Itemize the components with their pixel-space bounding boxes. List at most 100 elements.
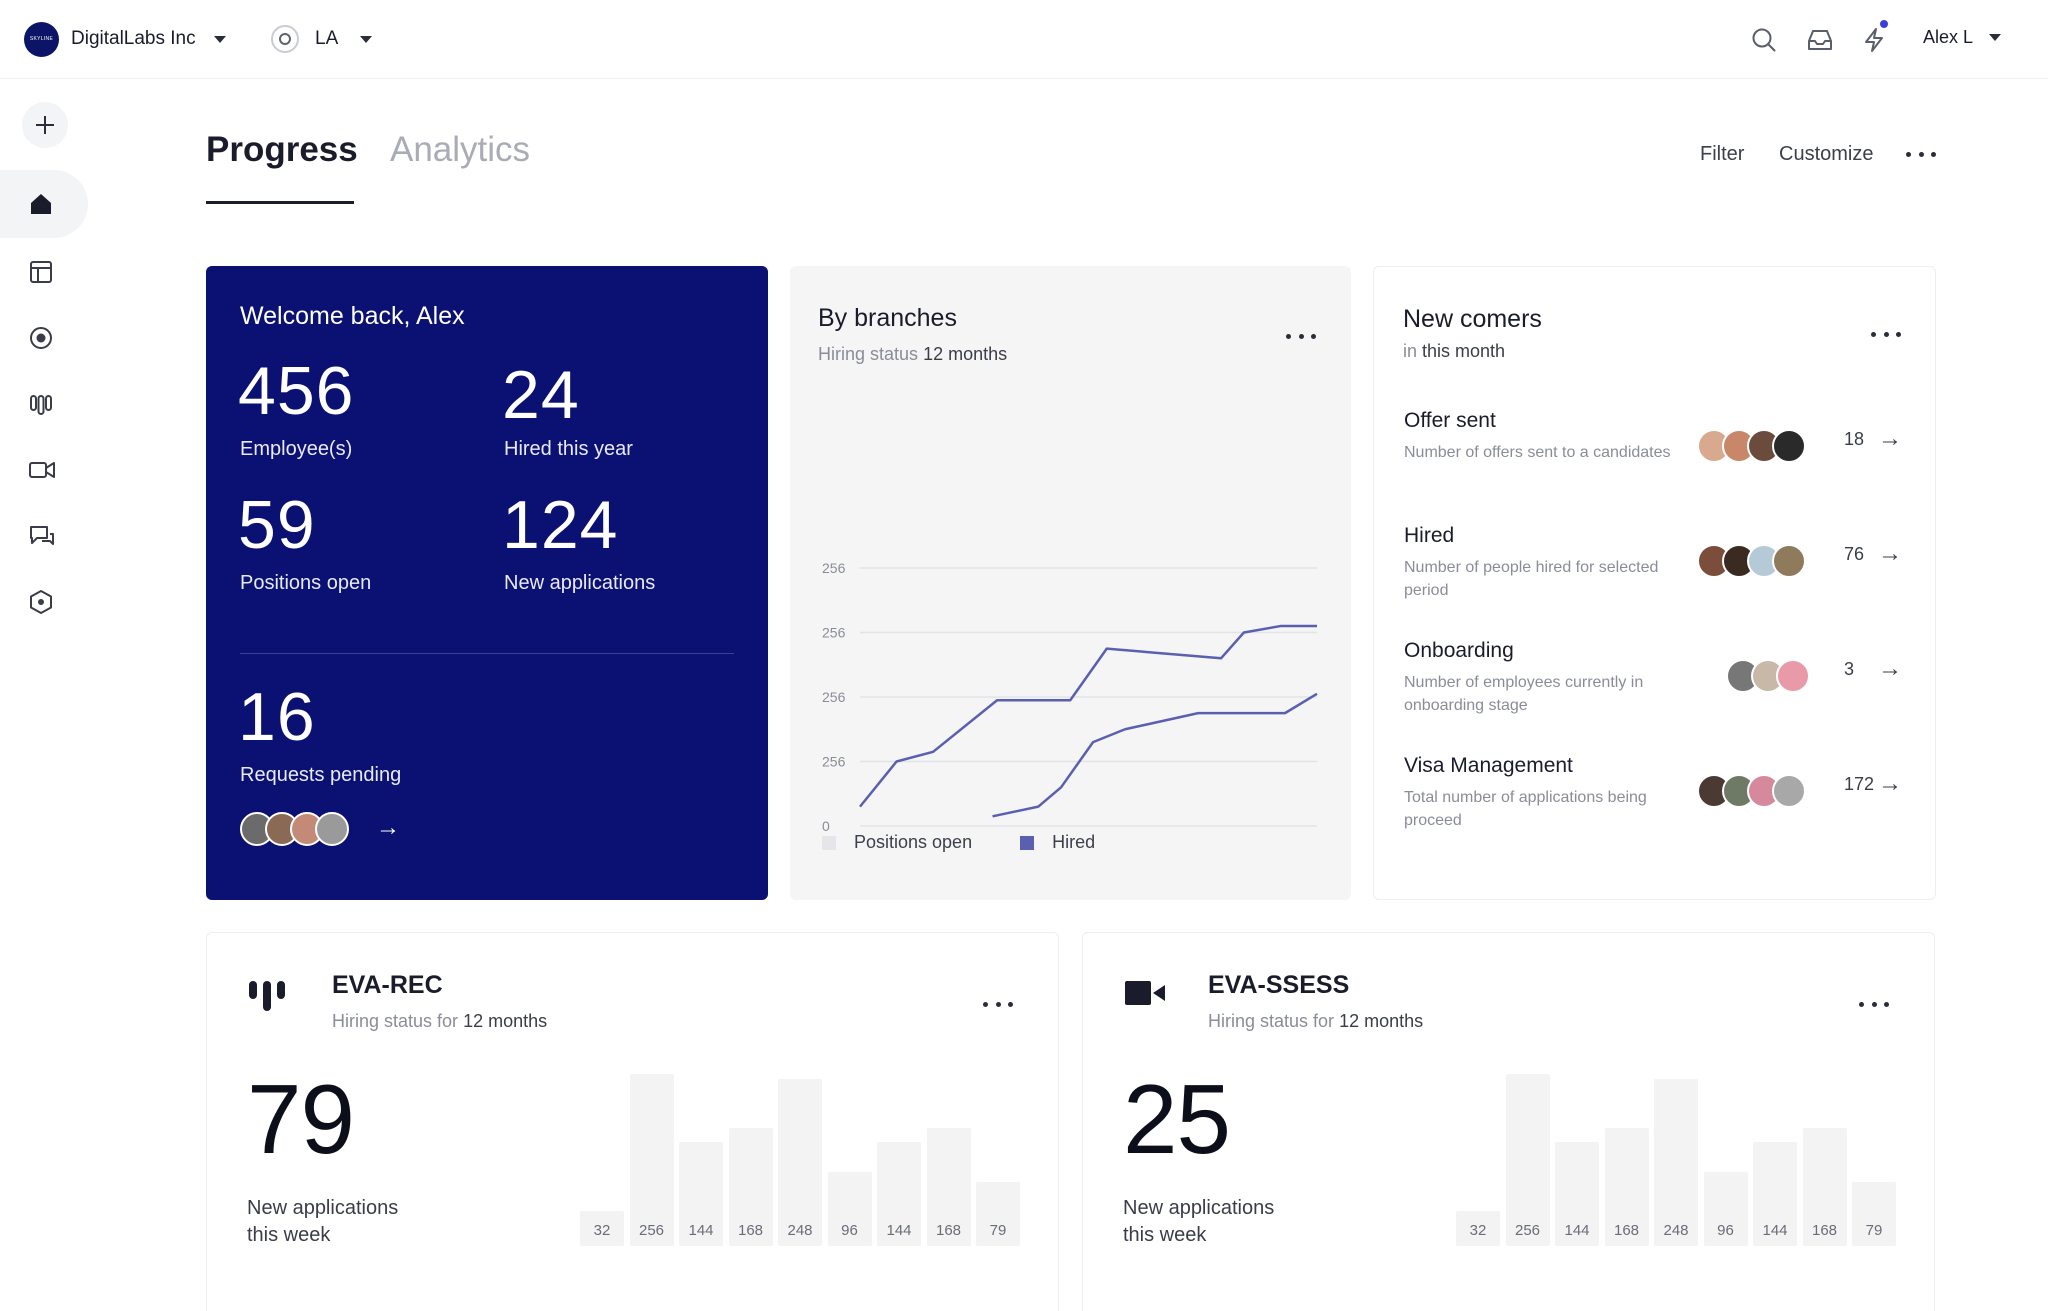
bolt-icon[interactable]: [1856, 20, 1892, 60]
sidebar-item-video[interactable]: [0, 436, 88, 504]
sidebar-item-columns[interactable]: [0, 370, 88, 438]
legend-swatch-hired: [1020, 835, 1035, 850]
more-options-icon[interactable]: [1286, 331, 1316, 341]
eva-ssess-subtitle-prefix: Hiring status for: [1208, 1011, 1335, 1031]
avatar: [1772, 774, 1806, 808]
bar-label: 144: [886, 1222, 912, 1239]
eva-ssess-subtitle: Hiring status for 12 months: [1208, 1011, 1423, 1032]
customize-button[interactable]: Customize: [1779, 143, 1873, 166]
newcomer-row-count: 18: [1844, 429, 1865, 449]
branches-subtitle-value: 12 months: [923, 344, 1008, 364]
arrow-right-icon[interactable]: →: [1878, 540, 1902, 568]
stat-applications-label: New applications: [504, 572, 656, 594]
tab-progress[interactable]: Progress: [206, 130, 358, 170]
sidebar-item-target[interactable]: [0, 304, 88, 372]
more-options-icon[interactable]: [1859, 999, 1889, 1009]
list-item[interactable]: Offer sent Number of offers sent to a ca…: [1404, 409, 1914, 499]
bar: [629, 1074, 674, 1246]
stat-applications-value: 124: [502, 487, 619, 563]
eva-ssess-title: EVA-SSESS: [1208, 971, 1350, 999]
plus-icon: [36, 116, 54, 134]
newcomer-row-desc: Number of employees currently in onboard…: [1404, 674, 1644, 714]
bar-label: 168: [737, 1222, 764, 1239]
welcome-divider: [240, 653, 734, 654]
avatar: [1772, 544, 1806, 578]
legend-swatch-positions: [822, 835, 836, 850]
user-name: Alex L: [1923, 27, 1974, 47]
bar-label: 32: [1469, 1222, 1487, 1239]
org-switcher[interactable]: SKYLINE DigitalLabs Inc: [24, 21, 226, 57]
legend-label-hired: Hired: [1052, 832, 1096, 852]
bar-label: 256: [1514, 1222, 1541, 1239]
stat-employees-label: Employee(s): [240, 438, 353, 460]
more-options-icon[interactable]: [1906, 149, 1936, 159]
list-item[interactable]: Hired Number of people hired for selecte…: [1404, 524, 1914, 614]
stat-positions-label: Positions open: [240, 572, 372, 594]
bar-label: 168: [935, 1222, 962, 1239]
top-bar: SKYLINE DigitalLabs Inc LA Alex L: [0, 0, 2048, 79]
row-avatars: [1726, 659, 1810, 693]
eva-rec-label-line-2: this week: [247, 1224, 331, 1246]
branches-subtitle-prefix: Hiring status: [818, 344, 919, 364]
sidebar-item-chat[interactable]: [0, 502, 88, 570]
target-icon: [30, 327, 52, 349]
bar-label: 79: [1865, 1222, 1883, 1239]
bar-label: 168: [1613, 1222, 1640, 1239]
search-icon[interactable]: [1746, 20, 1782, 60]
newcomer-row-name: Hired: [1404, 524, 1455, 547]
bar-label: 248: [787, 1222, 813, 1239]
eva-rec-title: EVA-REC: [332, 971, 443, 999]
add-button[interactable]: [22, 102, 68, 148]
branches-card: By branches Hiring status 12 months 0 256…: [790, 266, 1351, 900]
tab-analytics[interactable]: Analytics: [390, 130, 530, 170]
eva-ssess-label-line-2: this week: [1123, 1224, 1207, 1246]
newcomers-subtitle: in this month: [1403, 341, 1505, 362]
eva-ssess-big-label: New applications this week: [1123, 1195, 1274, 1249]
active-tab-indicator: [206, 201, 354, 204]
more-options-icon[interactable]: [983, 999, 1013, 1009]
eva-rec-subtitle-prefix: Hiring status for: [332, 1011, 459, 1031]
arrow-right-icon[interactable]: →: [376, 814, 400, 842]
eva-ssess-label-line-1: New applications: [1123, 1197, 1275, 1219]
video-icon: [29, 462, 55, 478]
eva-rec-big-label: New applications this week: [247, 1195, 398, 1249]
avatar: [1776, 659, 1810, 693]
pending-value: 16: [238, 679, 316, 755]
sidebar-item-layout[interactable]: [0, 238, 88, 306]
newcomer-row-desc: Total number of applications being proce…: [1404, 789, 1647, 829]
stat-positions-value: 59: [238, 487, 316, 563]
inbox-icon[interactable]: [1802, 20, 1838, 60]
list-item[interactable]: Visa Management Total number of applicat…: [1404, 754, 1914, 844]
filter-button[interactable]: Filter: [1700, 143, 1744, 166]
user-menu[interactable]: Alex L: [1923, 27, 2002, 48]
sidebar-item-settings[interactable]: [0, 568, 88, 636]
bar-label: 96: [1717, 1222, 1734, 1239]
eva-rec-label-line-1: New applications: [247, 1197, 399, 1219]
eva-rec-subtitle: Hiring status for 12 months: [332, 1011, 547, 1032]
newcomer-row-count: 172: [1844, 774, 1875, 794]
list-item[interactable]: Onboarding Number of employees currently…: [1404, 639, 1914, 729]
more-options-icon[interactable]: [1871, 329, 1901, 339]
y-tick-label: 256: [822, 560, 846, 576]
series-line-hired: [992, 692, 1318, 818]
legend-label-positions: Positions open: [854, 832, 973, 852]
stat-hired-label: Hired this year: [504, 438, 633, 460]
org-name: DigitalLabs Inc: [71, 28, 196, 49]
eva-rec-subtitle-value: 12 months: [463, 1011, 548, 1031]
newcomer-row-desc: Number of people hired for selected peri…: [1404, 559, 1659, 599]
y-tick-label: 256: [822, 689, 846, 705]
chevron-down-icon: [360, 35, 373, 43]
arrow-right-icon[interactable]: →: [1878, 655, 1902, 683]
eva-ssess-big-value: 25: [1123, 1064, 1231, 1174]
sidebar-item-home[interactable]: [0, 170, 88, 238]
location-switcher[interactable]: LA: [271, 25, 373, 53]
arrow-right-icon[interactable]: →: [1878, 425, 1902, 453]
notification-dot: [1880, 20, 1888, 28]
pending-label: Requests pending: [240, 764, 402, 786]
newcomer-row-count: 76: [1844, 544, 1865, 564]
chevron-down-icon: [1989, 34, 2002, 41]
arrow-right-icon[interactable]: →: [1878, 770, 1902, 798]
welcome-card: Welcome back, Alex 456 Employee(s) 24 Hi…: [206, 266, 768, 900]
bar: [1505, 1074, 1550, 1246]
chat-icon: [30, 526, 54, 545]
